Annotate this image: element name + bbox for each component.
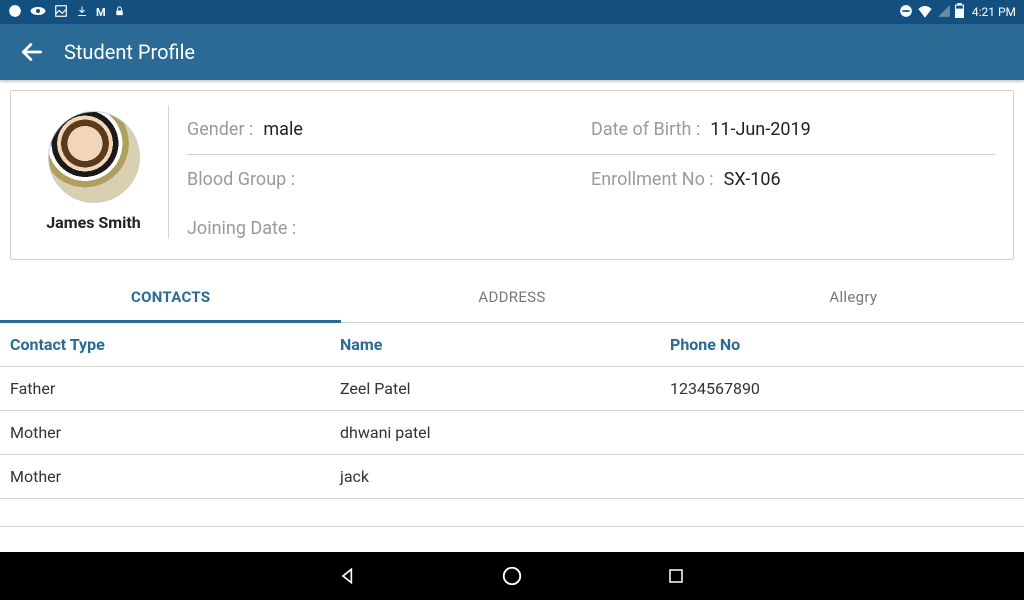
wifi-icon (917, 4, 933, 21)
page-title: Student Profile (64, 40, 195, 64)
cell-name: jack (340, 467, 670, 486)
table-row: Mother dhwani patel (0, 411, 1024, 455)
cell-name: Zeel Patel (340, 379, 670, 398)
status-right-icons: 4:21 PM (899, 3, 1016, 21)
nav-recent[interactable] (664, 564, 688, 588)
cell-phone: 1234567890 (670, 379, 1014, 398)
table-row-empty (0, 499, 1024, 527)
android-status-bar: M 4:21 PM (0, 0, 1024, 24)
status-time: 4:21 PM (972, 5, 1016, 19)
table-row: Father Zeel Patel 1234567890 (0, 367, 1024, 411)
battery-icon (955, 3, 964, 21)
download-icon (76, 4, 88, 21)
gender-label: Gender : (187, 119, 253, 140)
col-phone: Phone No (670, 335, 1014, 354)
tab-address[interactable]: ADDRESS (341, 274, 682, 322)
eye-icon (30, 5, 46, 19)
back-button[interactable] (12, 32, 52, 72)
info-row-2: Blood Group : Enrollment No : SX-106 (187, 155, 995, 204)
dob-label: Date of Birth : (591, 119, 700, 140)
status-left-icons: M (8, 4, 125, 21)
col-name: Name (340, 335, 670, 354)
tab-bar: CONTACTS ADDRESS Allegry (0, 274, 1024, 323)
tab-contacts[interactable]: CONTACTS (0, 274, 341, 323)
cell-name: dhwani patel (340, 423, 670, 442)
nav-back[interactable] (336, 564, 360, 588)
student-name: James Smith (46, 213, 141, 232)
info-column: Gender : male Date of Birth : 11-Jun-201… (169, 105, 995, 239)
signal-icon (937, 4, 951, 21)
joining-pair: Joining Date : (187, 218, 591, 239)
mail-icon: M (96, 6, 106, 19)
lock-icon (114, 4, 125, 21)
cell-type: Mother (10, 423, 340, 442)
cell-type: Mother (10, 467, 340, 486)
dob-value: 11-Jun-2019 (710, 119, 810, 140)
dob-pair: Date of Birth : 11-Jun-2019 (591, 119, 995, 140)
info-row-3: Joining Date : (187, 204, 995, 239)
nav-home[interactable] (500, 564, 524, 588)
profile-card: James Smith Gender : male Date of Birth … (10, 90, 1014, 260)
col-contact-type: Contact Type (10, 335, 340, 354)
info-row-1: Gender : male Date of Birth : 11-Jun-201… (187, 105, 995, 155)
empty-pair (591, 218, 995, 239)
dnd-icon (899, 4, 913, 21)
cell-type: Father (10, 379, 340, 398)
enroll-label: Enrollment No : (591, 169, 714, 190)
contacts-table: Contact Type Name Phone No Father Zeel P… (0, 323, 1024, 527)
enroll-pair: Enrollment No : SX-106 (591, 169, 995, 190)
android-nav-bar (0, 552, 1024, 600)
table-header: Contact Type Name Phone No (0, 323, 1024, 367)
blood-label: Blood Group : (187, 169, 295, 190)
image-icon (54, 4, 68, 21)
joining-label: Joining Date : (187, 218, 296, 239)
notification-icon (8, 4, 22, 21)
photo-column: James Smith (29, 105, 169, 239)
enroll-value: SX-106 (724, 169, 781, 190)
app-bar: Student Profile (0, 24, 1024, 80)
cell-phone (670, 423, 1014, 442)
student-avatar (48, 111, 140, 203)
blood-pair: Blood Group : (187, 169, 591, 190)
table-row: Mother jack (0, 455, 1024, 499)
cell-phone (670, 467, 1014, 486)
gender-value: male (263, 119, 303, 140)
tab-allergy[interactable]: Allegry (683, 274, 1024, 322)
gender-pair: Gender : male (187, 119, 591, 140)
